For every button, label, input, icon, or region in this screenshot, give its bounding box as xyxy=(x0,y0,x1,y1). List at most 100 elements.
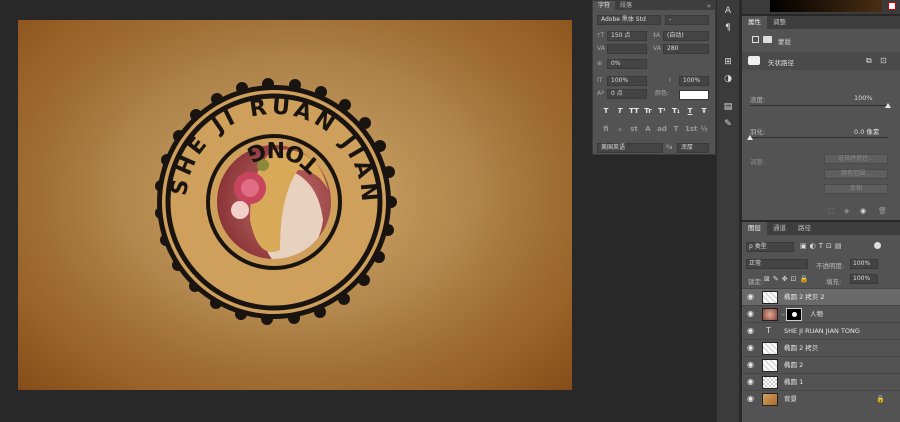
character-panel-icon[interactable]: A xyxy=(721,5,735,17)
canvas-area[interactable]: SHE JI RUAN JIAN TONG xyxy=(0,0,592,422)
properties-panel-icon[interactable]: ⊞ xyxy=(721,56,735,68)
density-slider-knob[interactable] xyxy=(885,103,891,108)
layer-name: 椭圆 2 拷贝 2 xyxy=(784,293,825,301)
ligatures-button[interactable]: fi xyxy=(601,125,611,134)
font-size-field[interactable]: 150 点 xyxy=(607,31,647,41)
layer-thumbnail xyxy=(762,376,778,389)
swash-button[interactable]: A xyxy=(643,125,653,134)
gamut-warning-icon[interactable] xyxy=(888,2,896,10)
layer-row-person[interactable]: ◉ ∞ 人物 xyxy=(742,305,900,322)
panel-collapse-icon[interactable]: » xyxy=(707,2,715,10)
subscript-button[interactable]: T₁ xyxy=(671,107,681,116)
layer-row-background[interactable]: ◉ 背景 🔒 xyxy=(742,390,900,407)
layer-thumbnail xyxy=(762,393,778,406)
visibility-eye-icon[interactable]: ◉ xyxy=(747,310,757,318)
visibility-eye-icon[interactable]: ◉ xyxy=(747,293,757,301)
document-image[interactable]: SHE JI RUAN JIAN TONG xyxy=(18,20,572,390)
paragraph-panel-icon[interactable]: ¶ xyxy=(721,22,735,34)
invert-button[interactable]: 反相 xyxy=(824,184,888,194)
mask-visibility-icon[interactable]: ◉ xyxy=(860,207,866,215)
color-range-button[interactable]: 颜色范围... xyxy=(824,169,888,179)
color-panel xyxy=(742,0,900,14)
opacity-field[interactable]: 100% xyxy=(850,259,878,269)
ordinals-button[interactable]: 1st xyxy=(685,125,697,134)
properties-tabs: 属性 调整 xyxy=(742,16,900,29)
strikethrough-button[interactable]: Ŧ xyxy=(699,107,709,116)
tab-character[interactable]: 字符 xyxy=(593,1,616,10)
tracking-field[interactable]: 280 xyxy=(663,44,709,54)
vector-mask-icon[interactable] xyxy=(763,36,772,43)
tab-adjustments[interactable]: 调整 xyxy=(767,16,792,29)
baseline-field[interactable]: 0 点 xyxy=(607,89,647,99)
layer-name: 椭圆 2 xyxy=(784,361,804,369)
tsume-field[interactable]: 0% xyxy=(607,59,647,69)
feather-slider-track[interactable] xyxy=(750,137,888,138)
layer-thumbnail xyxy=(762,342,778,355)
density-value[interactable]: 100% xyxy=(854,94,873,102)
layer-mask-thumbnail[interactable] xyxy=(786,308,802,321)
kerning-field[interactable] xyxy=(607,44,647,54)
titling-alternates-button[interactable]: T xyxy=(671,125,681,134)
layer-row-ellipse-1[interactable]: ◉ 椭圆 1 xyxy=(742,373,900,390)
faux-italic-button[interactable]: T xyxy=(615,107,625,116)
stylistic-alternates-button[interactable]: ad xyxy=(657,125,667,134)
density-slider-track[interactable] xyxy=(750,105,888,106)
fractions-button[interactable]: ½ xyxy=(699,125,709,134)
visibility-eye-icon[interactable]: ◉ xyxy=(747,361,757,369)
delete-mask-icon[interactable]: 🗑 xyxy=(878,207,887,215)
superscript-button[interactable]: T¹ xyxy=(657,107,667,116)
tab-properties[interactable]: 属性 xyxy=(742,16,767,29)
adjustments-panel-icon[interactable]: ◑ xyxy=(721,73,735,85)
tab-paragraph[interactable]: 段落 xyxy=(615,1,637,10)
layer-row-ellipse-2[interactable]: ◉ 椭圆 2 xyxy=(742,356,900,373)
layer-row-ellipse-2-copy-2[interactable]: ◉ 椭圆 2 拷贝 2 xyxy=(742,288,900,305)
visibility-eye-icon[interactable]: ◉ xyxy=(747,395,757,403)
baseline-icon: Aª xyxy=(597,90,604,97)
apply-mask-icon[interactable]: ⊡ xyxy=(880,56,887,65)
text-layer-icon: T xyxy=(766,326,771,335)
horizontal-scale-field[interactable]: 100% xyxy=(679,76,709,86)
filter-toggle-icon[interactable] xyxy=(874,242,881,249)
lock-icons[interactable]: ⊠✎✥⊡🔒 xyxy=(764,275,811,283)
tab-paths[interactable]: 路径 xyxy=(792,222,817,235)
fill-field[interactable]: 100% xyxy=(850,274,878,284)
font-family-select[interactable]: Adobe 黑体 Std xyxy=(597,15,661,25)
faux-bold-button[interactable]: T xyxy=(601,107,611,116)
brush-panel-icon[interactable]: ✎ xyxy=(721,118,735,130)
layer-filter-icons[interactable]: ▣◐T⊡▤ xyxy=(800,242,844,250)
old-style-button[interactable]: ℴ xyxy=(615,125,625,134)
libraries-panel-icon[interactable]: ▤ xyxy=(721,101,735,113)
layer-row-ellipse-2-copy[interactable]: ◉ 椭圆 2 拷贝 xyxy=(742,339,900,356)
leading-field[interactable]: (自动) xyxy=(663,31,709,41)
tab-layers[interactable]: 图层 xyxy=(742,222,767,235)
vector-mask-row[interactable]: 矢状路径 ⧉ ⊡ xyxy=(742,52,900,70)
underline-button[interactable]: T xyxy=(685,107,695,116)
apply-mask-bottom-icon[interactable]: ◈ xyxy=(844,207,849,215)
layer-filter-select[interactable]: ρ 类型 xyxy=(746,242,794,252)
visibility-eye-icon[interactable]: ◉ xyxy=(747,344,757,352)
color-spectrum[interactable] xyxy=(770,0,882,12)
selection-from-mask-icon[interactable]: ⬚ xyxy=(828,207,835,215)
feather-slider-knob[interactable] xyxy=(747,135,753,140)
feather-value[interactable]: 0.0 像素 xyxy=(854,126,879,136)
all-caps-button[interactable]: TT xyxy=(629,107,639,116)
language-select[interactable]: 美国英语 xyxy=(597,143,663,153)
load-selection-icon[interactable]: ⧉ xyxy=(866,56,872,66)
text-color-swatch[interactable] xyxy=(679,90,709,100)
discretionary-ligatures-button[interactable]: st xyxy=(629,125,639,134)
antialias-select[interactable]: 浑厚 xyxy=(677,143,709,153)
layer-name: SHE JI RUAN JIAN TONG xyxy=(784,327,860,335)
vertical-scale-field[interactable]: 100% xyxy=(607,76,647,86)
select-and-mask-button[interactable]: 选择并遮住... xyxy=(824,154,888,164)
vector-mask-thumb-icon xyxy=(748,56,760,65)
tab-channels[interactable]: 通道 xyxy=(767,222,792,235)
visibility-eye-icon[interactable]: ◉ xyxy=(747,327,757,335)
font-style-select[interactable]: - xyxy=(665,15,709,25)
pixel-mask-icon[interactable] xyxy=(752,36,759,43)
layer-row-text[interactable]: ◉ T SHE JI RUAN JIAN TONG xyxy=(742,322,900,339)
blend-mode-select[interactable]: 正常 xyxy=(746,259,808,269)
small-caps-button[interactable]: Tr xyxy=(643,107,653,116)
visibility-eye-icon[interactable]: ◉ xyxy=(747,378,757,386)
mask-link-icon[interactable]: ∞ xyxy=(781,312,785,318)
density-label: 浓度: xyxy=(750,96,766,104)
